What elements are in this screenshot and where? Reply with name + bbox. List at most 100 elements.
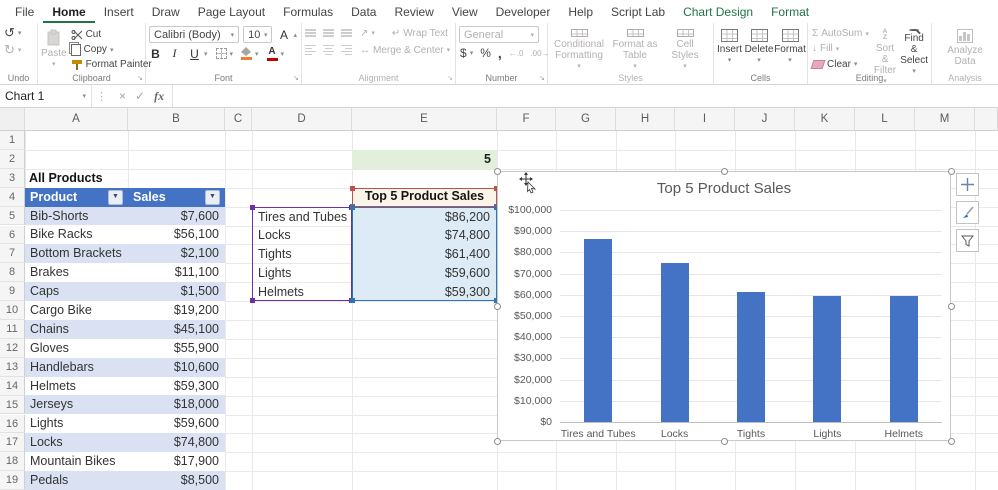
wrap-text-button[interactable]: ↵ Wrap Text bbox=[391, 26, 449, 40]
filter-icon[interactable]: ▼ bbox=[205, 190, 220, 205]
table-row[interactable]: Gloves$55,900 bbox=[25, 339, 225, 358]
selection-handle[interactable] bbox=[721, 168, 728, 175]
sales-cell[interactable]: $59,600 bbox=[128, 414, 225, 433]
product-cell[interactable]: Gloves bbox=[25, 339, 128, 358]
insert-function-icon[interactable]: fx bbox=[154, 89, 164, 104]
font-color-button[interactable]: A ▾ bbox=[266, 47, 286, 61]
row-header-9[interactable]: 9 bbox=[0, 282, 25, 301]
top5-value-cell[interactable]: $59,600 bbox=[353, 264, 496, 283]
row-header-3[interactable]: 3 bbox=[0, 169, 25, 188]
chart-bar[interactable] bbox=[890, 296, 918, 422]
row-header-7[interactable]: 7 bbox=[0, 244, 25, 263]
row-header-18[interactable]: 18 bbox=[0, 452, 25, 471]
copy-button[interactable]: Copy ▾ bbox=[70, 43, 153, 56]
product-cell[interactable]: Lights bbox=[25, 414, 128, 433]
row-header-13[interactable]: 13 bbox=[0, 358, 25, 377]
top5-category-cell[interactable]: Lights bbox=[253, 264, 351, 283]
range-handle[interactable] bbox=[250, 298, 255, 303]
select-all-corner[interactable] bbox=[0, 108, 25, 130]
top5-category-cell[interactable]: Helmets bbox=[253, 283, 351, 302]
menu-tab-formulas[interactable]: Formulas bbox=[274, 0, 342, 23]
menu-tab-data[interactable]: Data bbox=[342, 0, 385, 23]
sales-cell[interactable]: $18,000 bbox=[128, 395, 225, 414]
product-cell[interactable]: Cargo Bike bbox=[25, 301, 128, 320]
column-header-B[interactable]: B bbox=[128, 108, 225, 130]
column-header-D[interactable]: D bbox=[252, 108, 352, 130]
table-row[interactable]: Cargo Bike$19,200 bbox=[25, 301, 225, 320]
row-header-17[interactable]: 17 bbox=[0, 433, 25, 452]
selection-handle[interactable] bbox=[948, 438, 955, 445]
selection-handle[interactable] bbox=[494, 168, 501, 175]
autosum-button[interactable]: Σ AutoSum ▾ bbox=[811, 27, 870, 40]
align-bottom-button[interactable] bbox=[341, 29, 352, 37]
percent-button[interactable]: % bbox=[479, 46, 492, 60]
menu-tab-insert[interactable]: Insert bbox=[95, 0, 143, 23]
align-right-button[interactable] bbox=[341, 45, 352, 56]
product-cell[interactable]: Bottom Brackets bbox=[25, 244, 128, 263]
number-format-select[interactable]: General ▾ bbox=[459, 26, 539, 43]
product-cell[interactable]: Bike Racks bbox=[25, 225, 128, 244]
currency-button[interactable]: $ ▾ bbox=[459, 46, 474, 60]
top5-value-cell[interactable]: $59,300 bbox=[353, 283, 496, 302]
row-header-6[interactable]: 6 bbox=[0, 226, 25, 245]
align-center-button[interactable] bbox=[323, 45, 334, 56]
column-header-L[interactable]: L bbox=[855, 108, 915, 130]
product-cell[interactable]: Bib-Shorts bbox=[25, 207, 128, 226]
clear-button[interactable]: Clear ▾ bbox=[811, 58, 870, 71]
product-cell[interactable]: Mountain Bikes bbox=[25, 452, 128, 471]
row-header-12[interactable]: 12 bbox=[0, 339, 25, 358]
top5-title-cell[interactable]: Top 5 Product Sales bbox=[352, 188, 497, 207]
column-header-G[interactable]: G bbox=[556, 108, 616, 130]
column-header-J[interactable]: J bbox=[735, 108, 795, 130]
formula-input[interactable] bbox=[173, 85, 998, 107]
cancel-icon[interactable]: × bbox=[119, 89, 126, 103]
find-select-button[interactable]: Find & Select ▾ bbox=[900, 26, 928, 71]
italic-button[interactable]: I bbox=[168, 46, 181, 61]
product-cell[interactable]: Brakes bbox=[25, 263, 128, 282]
cut-button[interactable]: Cut bbox=[70, 28, 153, 41]
insert-cells-button[interactable]: Insert ▾ bbox=[717, 26, 742, 71]
table-row[interactable]: Lights$59,600 bbox=[25, 414, 225, 433]
chart-elements-button[interactable] bbox=[956, 173, 979, 196]
sales-cell[interactable]: $10,600 bbox=[128, 358, 225, 377]
top5-value-cell[interactable]: $74,800 bbox=[353, 226, 496, 245]
enter-icon[interactable]: ✓ bbox=[135, 89, 145, 103]
product-cell[interactable]: Caps bbox=[25, 282, 128, 301]
table-row[interactable]: Bib-Shorts$7,600 bbox=[25, 207, 225, 226]
table-row[interactable]: Bike Racks$56,100 bbox=[25, 225, 225, 244]
sales-cell[interactable]: $55,900 bbox=[128, 339, 225, 358]
menu-tab-chart-design[interactable]: Chart Design bbox=[674, 0, 762, 23]
column-header-C[interactable]: C bbox=[225, 108, 252, 130]
increase-decimal-button[interactable]: ←.0 bbox=[508, 46, 525, 60]
range-handle[interactable] bbox=[350, 186, 355, 191]
align-middle-button[interactable] bbox=[323, 29, 334, 37]
sales-cell[interactable]: $74,800 bbox=[128, 433, 225, 452]
table-header-sales[interactable]: Sales▼ bbox=[128, 188, 225, 207]
table-row[interactable]: Brakes$11,100 bbox=[25, 263, 225, 282]
chart-styles-button[interactable] bbox=[956, 201, 979, 224]
top5-value-cell[interactable]: $61,400 bbox=[353, 245, 496, 264]
chart-bar[interactable] bbox=[813, 296, 841, 422]
column-header-F[interactable]: F bbox=[497, 108, 556, 130]
analyze-data-button[interactable]: Analyze Data bbox=[944, 26, 986, 71]
sort-filter-button[interactable]: AZ Sort & Filter ▾ bbox=[873, 26, 897, 71]
row-header-2[interactable]: 2 bbox=[0, 150, 25, 169]
font-size-select[interactable]: 10 ▾ bbox=[243, 26, 272, 43]
chart-bar[interactable] bbox=[661, 263, 689, 422]
filter-icon[interactable]: ▼ bbox=[108, 190, 123, 205]
product-cell[interactable]: Chains bbox=[25, 320, 128, 339]
top5-category-cell[interactable]: Locks bbox=[253, 226, 351, 245]
sheet-body[interactable]: 123456789101112131415161718195All Produc… bbox=[0, 131, 998, 490]
borders-button[interactable]: ▾ bbox=[215, 47, 235, 61]
menu-tab-view[interactable]: View bbox=[443, 0, 487, 23]
sales-cell[interactable]: $45,100 bbox=[128, 320, 225, 339]
range-handle[interactable] bbox=[350, 205, 355, 210]
selection-handle[interactable] bbox=[494, 438, 501, 445]
top5-category-cell[interactable]: Tights bbox=[253, 245, 351, 264]
menu-tab-review[interactable]: Review bbox=[385, 0, 442, 23]
table-row[interactable]: Helmets$59,300 bbox=[25, 377, 225, 396]
orientation-button[interactable]: ↗ ▾ bbox=[359, 26, 376, 40]
column-header-M[interactable]: M bbox=[915, 108, 975, 130]
align-top-button[interactable] bbox=[305, 29, 316, 37]
menu-tab-developer[interactable]: Developer bbox=[487, 0, 560, 23]
